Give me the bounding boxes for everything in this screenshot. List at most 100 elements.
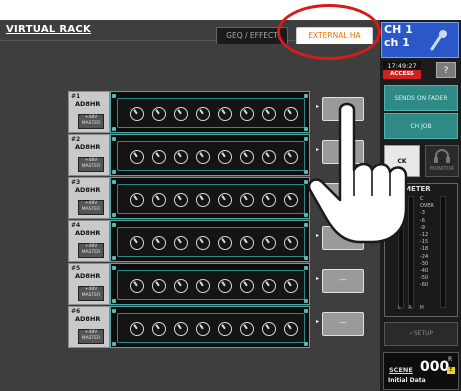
rack-screw (304, 256, 308, 260)
slot-number: #2 (71, 136, 81, 143)
gain-knob[interactable] (284, 279, 298, 293)
gain-knob[interactable] (262, 236, 276, 250)
gain-knob[interactable] (262, 150, 276, 164)
gain-knob[interactable] (196, 322, 210, 336)
rack-slot-label: #6 AD8HR +48V MASTER (68, 306, 110, 348)
slot-model: AD8HR (75, 186, 101, 194)
gain-knob[interactable] (218, 150, 232, 164)
help-button[interactable]: ? (436, 62, 456, 78)
gain-knob[interactable] (130, 193, 144, 207)
gain-knob[interactable] (130, 107, 144, 121)
meter-tick-label: -24 (420, 253, 429, 260)
gain-knob[interactable] (218, 279, 232, 293)
rack-unit[interactable] (110, 91, 310, 133)
chevron-right-icon: ▸ (316, 275, 320, 282)
rack-assign-button[interactable]: — (322, 269, 364, 293)
meter-tick-label: -60 (420, 282, 429, 289)
gain-knob[interactable] (174, 279, 188, 293)
page-title: VIRTUAL RACK (6, 24, 92, 35)
gain-knob[interactable] (196, 107, 210, 121)
rack-screw (112, 256, 116, 260)
slot-model: AD8HR (75, 100, 101, 108)
phantom-master-button[interactable]: +48V MASTER (78, 114, 104, 129)
phantom-master-button[interactable]: +48V MASTER (78, 200, 104, 215)
rack-unit[interactable] (110, 263, 310, 305)
gain-knob[interactable] (174, 193, 188, 207)
meter-bar-mono (440, 196, 446, 308)
phantom-master-button[interactable]: +48V MASTER (78, 243, 104, 258)
rack-screw (112, 266, 116, 270)
phantom-master-button[interactable]: +48V MASTER (78, 157, 104, 172)
gain-knob[interactable] (284, 322, 298, 336)
gain-knob[interactable] (218, 107, 232, 121)
rack-faceplate (117, 184, 305, 214)
pointing-hand-icon (307, 102, 408, 244)
gain-knob[interactable] (262, 107, 276, 121)
gain-knob[interactable] (284, 236, 298, 250)
gain-knob[interactable] (240, 150, 254, 164)
gain-knob[interactable] (240, 107, 254, 121)
gain-knob[interactable] (262, 279, 276, 293)
gain-knob[interactable] (284, 193, 298, 207)
rack-unit[interactable] (110, 134, 310, 176)
gain-knob[interactable] (218, 236, 232, 250)
gain-knob[interactable] (152, 150, 166, 164)
gain-knob[interactable] (174, 150, 188, 164)
rack-screw (112, 137, 116, 141)
gain-knob[interactable] (152, 236, 166, 250)
rack-screw (112, 180, 116, 184)
gain-knob[interactable] (240, 279, 254, 293)
gain-knob[interactable] (196, 236, 210, 250)
gain-knob[interactable] (152, 279, 166, 293)
rack-faceplate (117, 270, 305, 300)
gain-knob[interactable] (174, 107, 188, 121)
gain-knob[interactable] (262, 322, 276, 336)
rack-slot-label: #2 AD8HR +48V MASTER (68, 134, 110, 176)
gain-knob[interactable] (218, 322, 232, 336)
gain-knob[interactable] (240, 322, 254, 336)
scene-label: SCENE (389, 366, 413, 374)
scene-name: Initial Data (388, 377, 426, 384)
setup-label: SETUP (413, 330, 434, 337)
rack-slot-label: #1 AD8HR +48V MASTER (68, 91, 110, 133)
gain-knob[interactable] (130, 236, 144, 250)
gain-knob[interactable] (262, 193, 276, 207)
phantom-master-button[interactable]: +48V MASTER (78, 286, 104, 301)
gain-knob[interactable] (284, 150, 298, 164)
chevron-right-icon: ▸ (316, 318, 320, 325)
gain-knob[interactable] (174, 236, 188, 250)
rack-unit[interactable] (110, 220, 310, 262)
channel-name: ch 1 (384, 36, 410, 49)
phantom-master-button[interactable]: +48V MASTER (78, 329, 104, 344)
rack-unit[interactable] (110, 306, 310, 348)
rack-screw (304, 309, 308, 313)
gain-knob[interactable] (152, 322, 166, 336)
highlight-circle (277, 4, 381, 60)
rack-unit[interactable] (110, 177, 310, 219)
gain-knob[interactable] (240, 193, 254, 207)
gain-knob[interactable] (130, 279, 144, 293)
rack-faceplate (117, 313, 305, 343)
gain-knob[interactable] (174, 322, 188, 336)
gain-knob[interactable] (152, 193, 166, 207)
rack-screw (112, 127, 116, 131)
setup-button[interactable]: ✓​ SETUP (384, 322, 458, 346)
meter-tick-label: -50 (420, 275, 429, 282)
rack-slot-label: #3 AD8HR +48V MASTER (68, 177, 110, 219)
gain-knob[interactable] (130, 150, 144, 164)
slot-model: AD8HR (75, 143, 101, 151)
rack-assign-button[interactable]: — (322, 312, 364, 336)
gain-knob[interactable] (196, 279, 210, 293)
rack-screw (112, 309, 116, 313)
meter-tick-label: -30 (420, 260, 429, 267)
gain-knob[interactable] (196, 193, 210, 207)
gain-knob[interactable] (152, 107, 166, 121)
gain-knob[interactable] (284, 107, 298, 121)
gain-knob[interactable] (130, 322, 144, 336)
gain-knob[interactable] (196, 150, 210, 164)
gain-knob[interactable] (240, 236, 254, 250)
rack-faceplate (117, 141, 305, 171)
rack-faceplate (117, 98, 305, 128)
gain-knob[interactable] (218, 193, 232, 207)
meter-channel-labels: L R M (398, 305, 427, 311)
